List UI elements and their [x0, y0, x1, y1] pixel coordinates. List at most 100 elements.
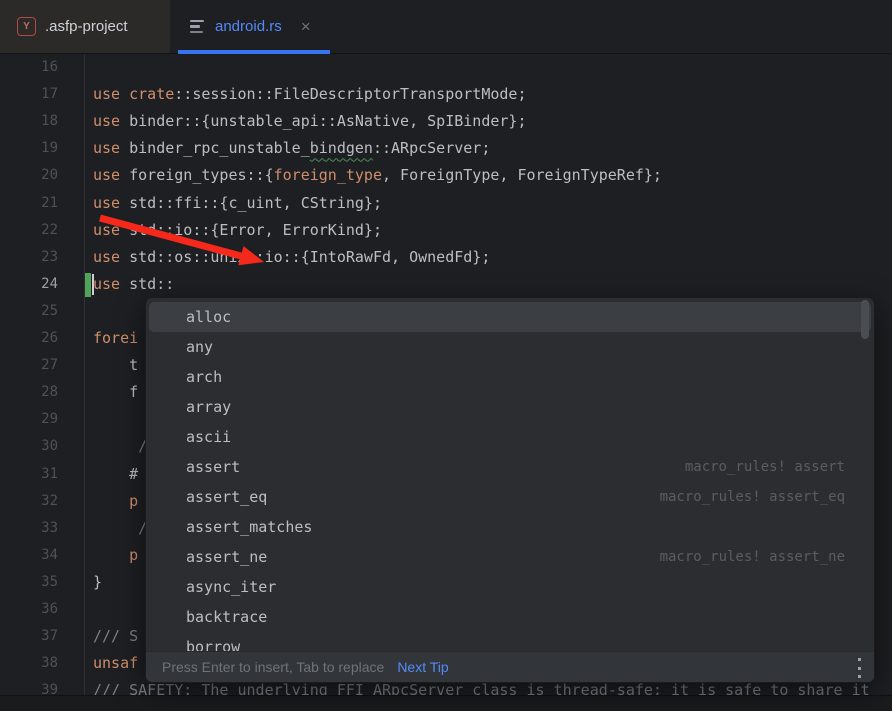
code-segment: / — [93, 437, 147, 455]
line-code: use std::ffi::{c_uint, CString}; — [93, 190, 382, 217]
line-code: / — [93, 515, 147, 542]
completion-item-label: backtrace — [186, 608, 267, 626]
tab-asfp-project[interactable]: Y .asfp-project — [0, 0, 170, 53]
module-icon — [161, 369, 178, 386]
code-line: 20 use foreign_types::{foreign_type, For… — [0, 162, 892, 189]
line-number: 33 — [0, 515, 58, 542]
code-segment: use — [93, 139, 129, 157]
macro-icon: f — [161, 549, 178, 566]
line-number: 16 — [0, 54, 58, 81]
code-segment: } — [93, 573, 102, 591]
completion-item-label: borrow — [186, 638, 240, 652]
completion-item[interactable]: assert_matches — [149, 512, 871, 542]
completion-item[interactable]: f assert_eq macro_rules! assert_eq — [149, 482, 871, 512]
completion-item-label: assert_eq — [186, 488, 267, 506]
code-segment — [93, 546, 129, 564]
code-segment: , ForeignType, ForeignTypeRef}; — [382, 166, 662, 184]
line-number: 35 — [0, 569, 58, 596]
completion-item[interactable]: backtrace — [149, 602, 871, 632]
completion-item-label: arch — [186, 368, 222, 386]
close-icon[interactable]: × — [301, 18, 311, 35]
completion-item[interactable]: f assert macro_rules! assert — [149, 452, 871, 482]
line-number: 36 — [0, 596, 58, 623]
code-line: 23 use std::os::unix::io::{IntoRawFd, Ow… — [0, 244, 892, 271]
ide-window: Y .asfp-project android.rs × 16 17 use c… — [0, 0, 892, 711]
code-line: 22 use std::io::{Error, ErrorKind}; — [0, 217, 892, 244]
line-number: 18 — [0, 108, 58, 135]
completion-item-label: any — [186, 338, 213, 356]
completion-item-label: async_iter — [186, 578, 276, 596]
module-icon — [161, 399, 178, 416]
line-number: 31 — [0, 461, 58, 488]
code-segment: use — [93, 221, 129, 239]
completion-item-label: assert_matches — [186, 518, 312, 536]
completion-item[interactable]: async_iter — [149, 572, 871, 602]
more-options-icon[interactable] — [856, 658, 862, 678]
code-segment: forei — [93, 329, 138, 347]
line-number: 30 — [0, 433, 58, 460]
code-segment: unsaf — [93, 654, 138, 672]
code-segment: bindgen — [310, 139, 373, 157]
line-number: 20 — [0, 162, 58, 189]
completion-item[interactable]: borrow — [149, 632, 871, 652]
popup-scrollbar-thumb[interactable] — [861, 300, 869, 339]
completion-item-label: array — [186, 398, 231, 416]
completion-item[interactable]: alloc — [149, 302, 871, 332]
line-code: use binder::{unstable_api::AsNative, SpI… — [93, 108, 526, 135]
line-number: 37 — [0, 623, 58, 650]
line-code: use std::io::{Error, ErrorKind}; — [93, 217, 382, 244]
completion-item-tail: macro_rules! assert_eq — [660, 489, 845, 505]
code-segment: use — [93, 248, 129, 266]
code-segment: binder_rpc_unstable_ — [129, 139, 310, 157]
module-icon — [161, 339, 178, 356]
code-line: 24 use std:: — [0, 271, 892, 298]
code-segment: foreign_types::{ — [129, 166, 274, 184]
tab-label: .asfp-project — [45, 18, 128, 35]
code-segment: ::ARpcServer; — [373, 139, 490, 157]
macro-icon: f — [161, 489, 178, 506]
code-segment: foreign_type — [274, 166, 382, 184]
completion-item[interactable]: f assert_ne macro_rules! assert_ne — [149, 542, 871, 572]
code-segment: use — [93, 166, 129, 184]
yaml-file-icon: Y — [17, 17, 36, 36]
line-number: 26 — [0, 325, 58, 352]
completion-item[interactable]: array — [149, 392, 871, 422]
line-number: 38 — [0, 650, 58, 677]
code-line: 18 use binder::{unstable_api::AsNative, … — [0, 108, 892, 135]
code-line: 16 — [0, 54, 892, 81]
text-caret — [92, 274, 94, 295]
next-tip-link[interactable]: Next Tip — [397, 659, 448, 675]
editor-tab-bar: Y .asfp-project android.rs × — [0, 0, 892, 54]
completion-item-label: assert_ne — [186, 548, 267, 566]
code-segment: use — [93, 112, 129, 130]
line-number: 17 — [0, 81, 58, 108]
line-number: 22 — [0, 217, 58, 244]
line-code: /// S — [93, 623, 138, 650]
code-segment: /// SAFETY: The underlying FFI ARpcServe… — [93, 681, 870, 695]
completion-item-label: ascii — [186, 428, 231, 446]
completion-item[interactable]: any — [149, 332, 871, 362]
line-number: 25 — [0, 298, 58, 325]
line-code: use crate::session::FileDescriptorTransp… — [93, 81, 526, 108]
line-number: 29 — [0, 406, 58, 433]
line-code: use std:: — [93, 271, 174, 298]
code-segment: std:: — [129, 275, 174, 293]
rust-file-icon — [190, 20, 206, 34]
line-code: / — [93, 433, 147, 460]
code-line: 19 use binder_rpc_unstable_bindgen::ARpc… — [0, 135, 892, 162]
completion-item-tail: macro_rules! assert_ne — [660, 549, 845, 565]
module-icon — [161, 579, 178, 596]
line-number: 27 — [0, 352, 58, 379]
completion-list: alloc any arch array ascii f assert macr… — [146, 298, 874, 652]
module-icon — [161, 609, 178, 626]
completion-item[interactable]: ascii — [149, 422, 871, 452]
completion-item-tail: macro_rules! assert — [685, 459, 845, 475]
code-segment: p — [129, 546, 138, 564]
line-number: 24 — [0, 271, 58, 298]
completion-item[interactable]: arch — [149, 362, 871, 392]
tab-android-rs[interactable]: android.rs × — [178, 0, 330, 53]
line-number: 23 — [0, 244, 58, 271]
line-number: 39 — [0, 677, 58, 695]
line-code: unsaf — [93, 650, 138, 677]
module-icon — [161, 429, 178, 446]
